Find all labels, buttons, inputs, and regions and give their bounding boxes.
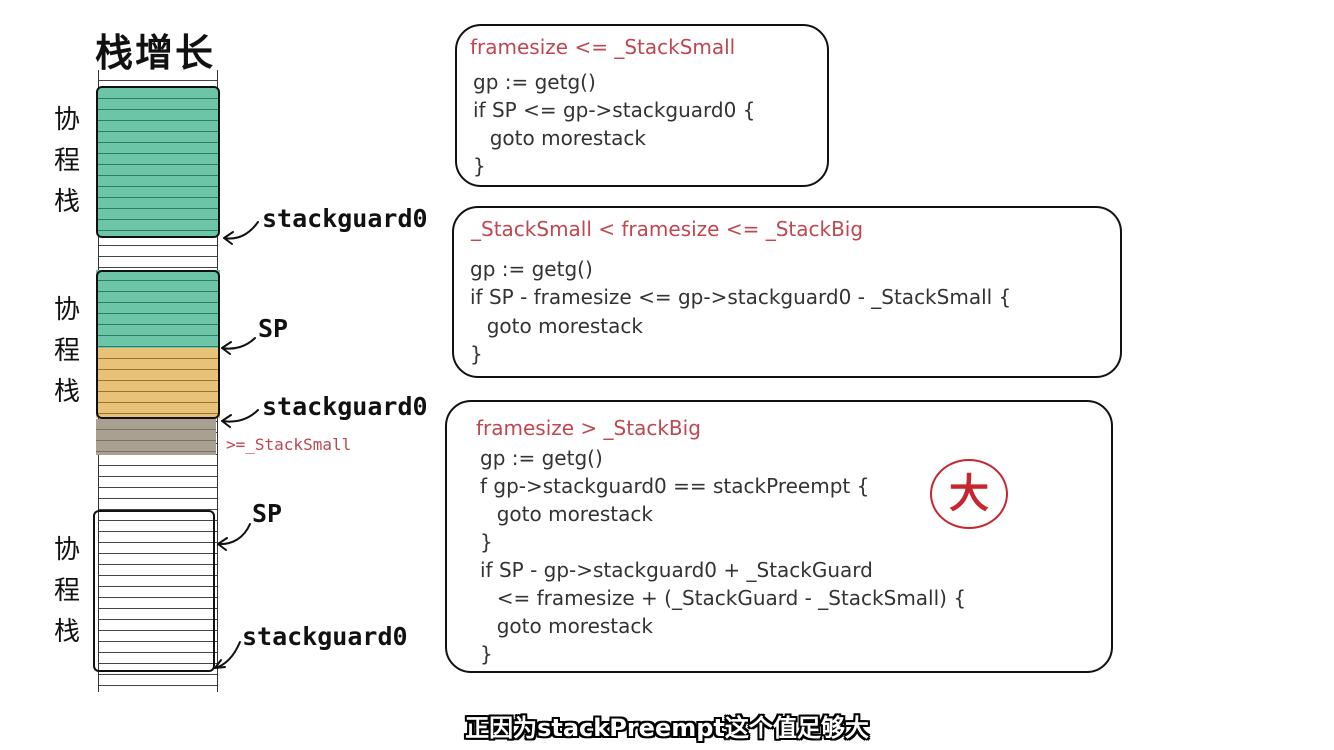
- arrow-sp-1: [221, 337, 256, 355]
- video-subtitle: 正因为stackPreempt这个值足够大: [465, 714, 869, 742]
- code-line: }: [480, 530, 493, 554]
- code-line: gp := getg(): [470, 257, 593, 281]
- code-line: }: [480, 642, 493, 666]
- stackguard0-label-3: stackguard0: [242, 622, 408, 651]
- code-line: goto morestack: [484, 502, 653, 526]
- code-box-big: framesize > _StackBig gp := getg() f gp-…: [445, 400, 1113, 673]
- code-line: goto morestack: [474, 314, 643, 338]
- code-line: goto morestack: [484, 614, 653, 638]
- code-line: }: [473, 154, 486, 178]
- arrow-stackguard0-1: [223, 221, 259, 245]
- sp-label-2: SP: [252, 499, 283, 528]
- stack-small-note: >=_StackSmall: [226, 435, 352, 454]
- code-line: f gp->stackguard0 == stackPreempt {: [480, 474, 870, 498]
- code-line: gp := getg(): [473, 70, 596, 94]
- code-line: if SP - framesize <= gp->stackguard0 - _…: [470, 285, 1012, 309]
- code-line: if SP - gp->stackguard0 + _StackGuard: [480, 558, 873, 582]
- code-box-small: framesize <= _StackSmall gp := getg() if…: [455, 24, 829, 187]
- code-box-medium-header: _StackSmall < framesize <= _StackBig: [471, 217, 864, 241]
- big-stamp: 大: [930, 459, 1008, 529]
- code-box-big-header: framesize > _StackBig: [476, 416, 701, 440]
- code-box-medium: _StackSmall < framesize <= _StackBig gp …: [452, 206, 1122, 378]
- stackguard0-label-1: stackguard0: [262, 204, 428, 233]
- arrow-stackguard0-2: [221, 409, 259, 428]
- sp-label-1: SP: [258, 314, 289, 343]
- code-line: <= framesize + (_StackGuard - _StackSmal…: [484, 586, 967, 610]
- code-line: }: [470, 342, 483, 366]
- arrow-stackguard0-3: [214, 641, 241, 669]
- code-line: goto morestack: [477, 126, 646, 150]
- stackguard0-label-2: stackguard0: [262, 392, 428, 421]
- code-line: gp := getg(): [480, 446, 603, 470]
- code-line: if SP <= gp->stackguard0 {: [473, 98, 756, 122]
- code-box-small-header: framesize <= _StackSmall: [470, 35, 736, 59]
- arrow-sp-2: [217, 523, 251, 551]
